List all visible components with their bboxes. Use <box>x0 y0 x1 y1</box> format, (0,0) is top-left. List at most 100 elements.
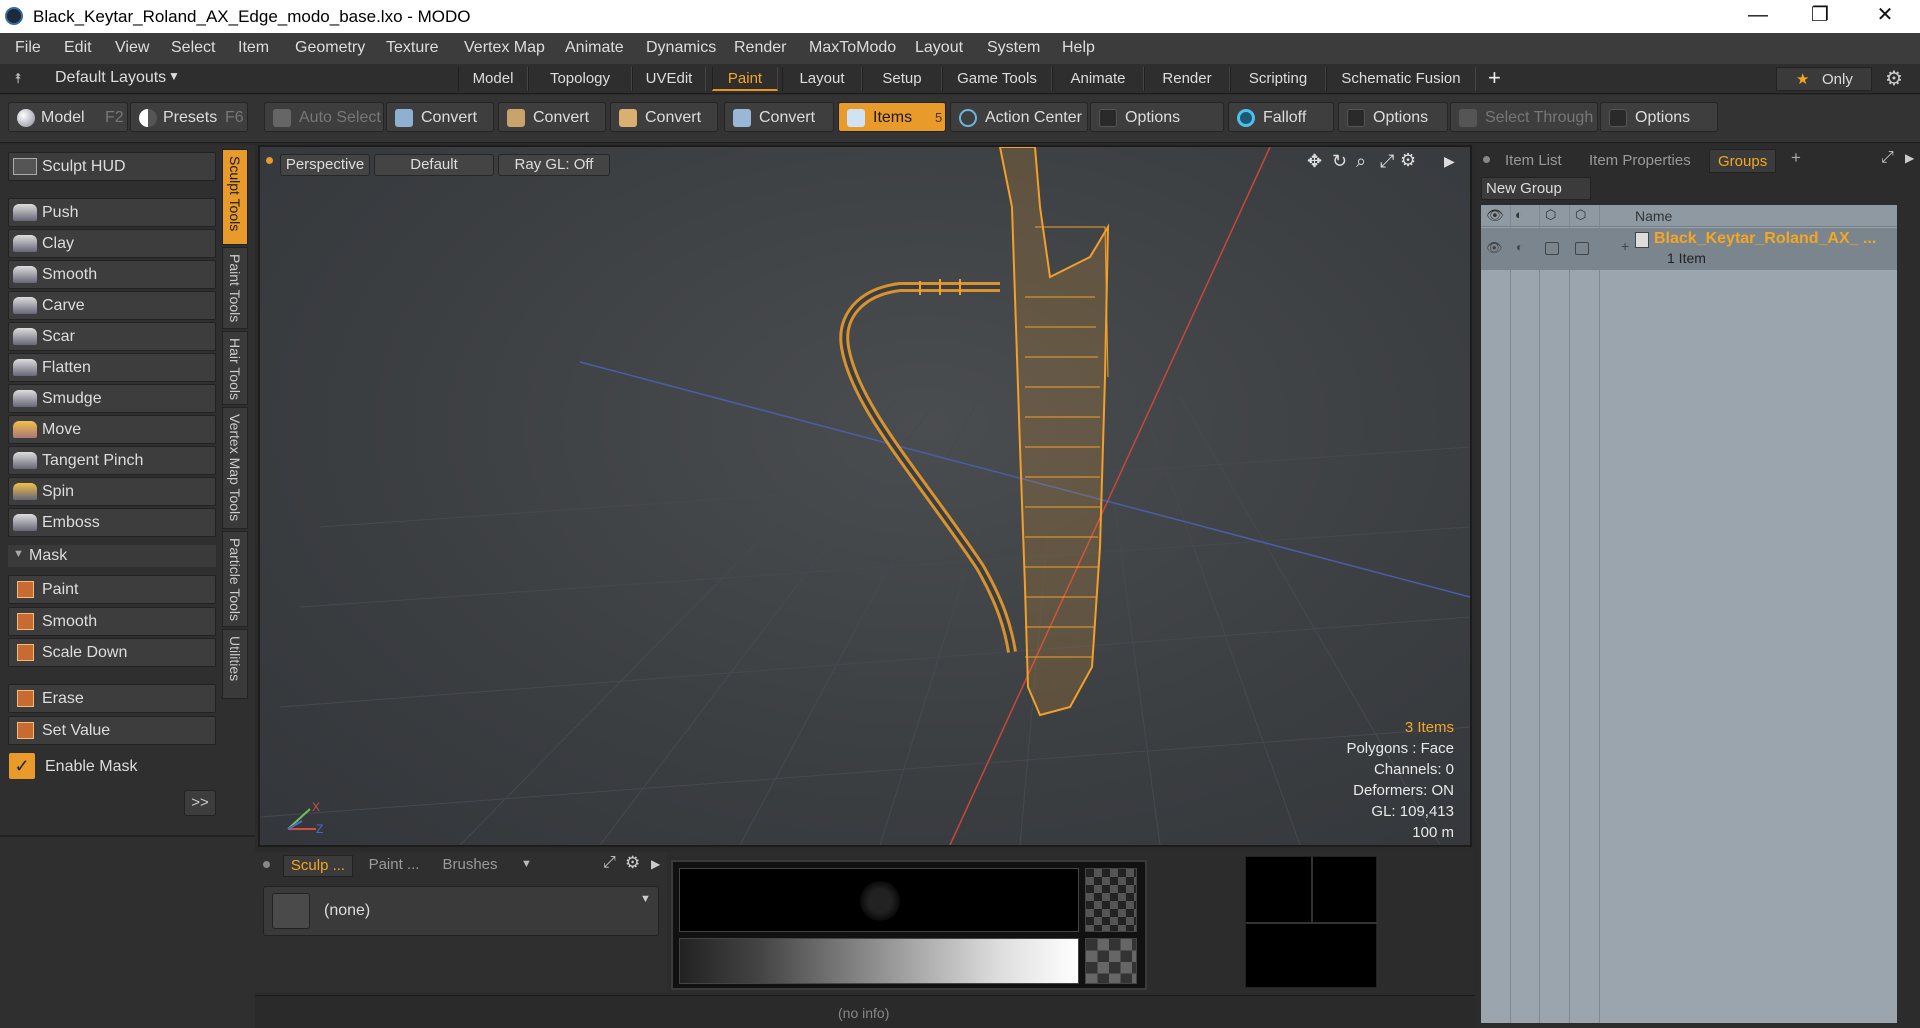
select-through-options-button[interactable]: Options <box>1600 102 1718 132</box>
mask-tool-set-value[interactable]: Set Value <box>8 716 216 745</box>
vtab-paint-tools[interactable]: Paint Tools <box>222 247 248 329</box>
tool-emboss[interactable]: Emboss <box>8 508 216 537</box>
gear-icon[interactable]: ⚙ <box>1885 66 1903 91</box>
tab-layout[interactable]: Layout <box>782 67 862 91</box>
default-layouts-dropdown[interactable]: Default Layouts <box>55 69 166 87</box>
tab-brushes[interactable]: Brushes <box>435 855 505 877</box>
brush-texture-swatch[interactable] <box>1085 868 1137 932</box>
tool-flatten[interactable]: Flatten <box>8 353 216 382</box>
tab-scripting[interactable]: Scripting <box>1230 67 1326 91</box>
vtab-particle-tools[interactable]: Particle Tools <box>222 531 248 627</box>
tab-paint[interactable]: Paint <box>712 67 778 91</box>
tool-carve[interactable]: Carve <box>8 291 216 320</box>
tool-clay[interactable]: Clay <box>8 229 216 258</box>
viewport-menu-arrow-icon[interactable]: ▶ <box>1444 153 1455 170</box>
lock-checkbox[interactable] <box>1545 242 1559 255</box>
menu-file[interactable]: File <box>15 39 41 57</box>
view-mode-button[interactable]: Perspective <box>280 154 370 176</box>
tool-smudge[interactable]: Smudge <box>8 384 216 413</box>
tool-smooth[interactable]: Smooth <box>8 260 216 289</box>
add-tab-button[interactable]: + <box>1791 148 1801 168</box>
tab-model[interactable]: Model <box>458 67 528 91</box>
action-center-options-button[interactable]: Options <box>1090 102 1224 132</box>
menu-dynamics[interactable]: Dynamics <box>646 39 716 57</box>
visibility-col-icon[interactable]: 👁 <box>1486 207 1504 224</box>
tabs-dropdown-icon[interactable]: ▼ <box>521 858 532 870</box>
expand-panel-button[interactable]: >> <box>184 790 216 816</box>
tab-setup[interactable]: Setup <box>862 67 942 91</box>
gradient-texture-swatch[interactable] <box>1085 938 1137 984</box>
panel-maximize-icon[interactable]: ⤢ <box>603 854 616 872</box>
tool-tangent-pinch[interactable]: Tangent Pinch <box>8 446 216 475</box>
add-tab-button[interactable]: + <box>1488 65 1501 91</box>
action-center-button[interactable]: Action Center <box>950 102 1088 132</box>
tab-item-list[interactable]: Item List <box>1505 149 1562 173</box>
maximize-icon[interactable]: ⤢ <box>1380 151 1394 172</box>
tab-schematic-fusion[interactable]: Schematic Fusion <box>1326 67 1476 91</box>
menu-maxtomodo[interactable]: MaxToModo <box>809 39 896 57</box>
chevron-down-icon[interactable]: ▼ <box>168 69 180 83</box>
menu-view[interactable]: View <box>115 39 149 57</box>
vtab-vertex-map-tools[interactable]: Vertex Map Tools <box>222 407 248 529</box>
tab-paint-properties[interactable]: Paint ... <box>359 855 429 877</box>
convert-polygons-button[interactable]: Convert <box>610 102 718 132</box>
tab-uvedit[interactable]: UVEdit <box>632 67 706 91</box>
tool-push[interactable]: Push <box>8 198 216 227</box>
convert-vertices-button[interactable]: Convert <box>386 102 494 132</box>
render-toggle-icon[interactable]: ◐ <box>1516 240 1523 254</box>
menu-edit[interactable]: Edit <box>64 39 92 57</box>
vtab-utilities[interactable]: Utilities <box>222 629 248 699</box>
panel-maximize-icon[interactable]: ⤢ <box>1881 149 1894 167</box>
tab-game-tools[interactable]: Game Tools <box>942 67 1052 91</box>
sculpt-hud-button[interactable]: Sculpt HUD <box>8 152 216 181</box>
mask-section-header[interactable]: ▼ Mask <box>8 545 216 567</box>
enable-mask-checkbox[interactable]: ✓ <box>9 753 35 779</box>
only-toggle[interactable]: ★ Only <box>1776 67 1872 91</box>
menu-select[interactable]: Select <box>171 39 215 57</box>
tab-animate[interactable]: Animate <box>1052 67 1144 91</box>
pan-icon[interactable]: ✥ <box>1307 151 1322 172</box>
3d-viewport[interactable]: Perspective Default Ray GL: Off ✥ ↻ ⌕ ⤢ … <box>258 145 1472 847</box>
tool-scar[interactable]: Scar <box>8 322 216 351</box>
falloff-button[interactable]: Falloff <box>1228 102 1334 132</box>
select-checkbox[interactable] <box>1575 242 1589 255</box>
mask-tool-scale-down[interactable]: Scale Down <box>8 638 216 667</box>
name-column-header[interactable]: Name <box>1635 208 1672 224</box>
menu-texture[interactable]: Texture <box>386 39 438 57</box>
presets-button[interactable]: Presets F6 <box>130 102 248 132</box>
tab-groups[interactable]: Groups <box>1709 149 1777 173</box>
visibility-toggle-icon[interactable]: 👁 <box>1486 240 1503 256</box>
select-through-button[interactable]: Select Through <box>1450 102 1598 132</box>
tab-topology[interactable]: Topology <box>528 67 632 91</box>
auto-select-button[interactable]: Auto Select <box>264 102 384 132</box>
menu-vertex-map[interactable]: Vertex Map <box>464 39 545 57</box>
falloff-options-button[interactable]: Options <box>1338 102 1448 132</box>
mask-tool-paint[interactable]: Paint <box>8 575 216 604</box>
panel-arrow-icon[interactable]: ▶ <box>1905 151 1914 165</box>
convert-items-button[interactable]: Convert <box>724 102 834 132</box>
new-group-button[interactable]: New Group <box>1481 177 1591 200</box>
tab-render[interactable]: Render <box>1144 67 1230 91</box>
select-col-icon[interactable]: ⬡ <box>1575 207 1586 223</box>
groups-scrollbar[interactable] <box>1897 205 1919 1023</box>
menu-help[interactable]: Help <box>1062 39 1095 57</box>
viewport-gear-icon[interactable]: ⚙ <box>1400 150 1416 171</box>
zoom-icon[interactable]: ⌕ <box>1356 151 1366 172</box>
menu-render[interactable]: Render <box>734 39 786 57</box>
vtab-sculpt-tools[interactable]: Sculpt Tools <box>222 149 248 245</box>
panel-menu-dot[interactable] <box>263 861 270 868</box>
menu-system[interactable]: System <box>987 39 1040 57</box>
panel-arrow-icon[interactable]: ▶ <box>651 857 660 871</box>
minimize-button[interactable]: — <box>1728 0 1788 33</box>
mask-tool-erase[interactable]: Erase <box>8 684 216 713</box>
close-button[interactable]: ✕ <box>1855 0 1915 33</box>
expand-plus-icon[interactable]: + <box>1621 238 1629 254</box>
group-name[interactable]: Black_Keytar_Roland_AX_ ... <box>1654 230 1876 248</box>
menu-animate[interactable]: Animate <box>565 39 624 57</box>
vtab-hair-tools[interactable]: Hair Tools <box>222 331 248 405</box>
items-mode-button[interactable]: Items 5 <box>838 102 946 132</box>
group-row[interactable]: 👁 ◐ + Black_Keytar_Roland_AX_ ... 1 Item <box>1481 228 1897 270</box>
menu-geometry[interactable]: Geometry <box>295 39 365 57</box>
tool-move[interactable]: Move <box>8 415 216 444</box>
layout-home-icon[interactable]: ⯭ <box>14 70 22 87</box>
